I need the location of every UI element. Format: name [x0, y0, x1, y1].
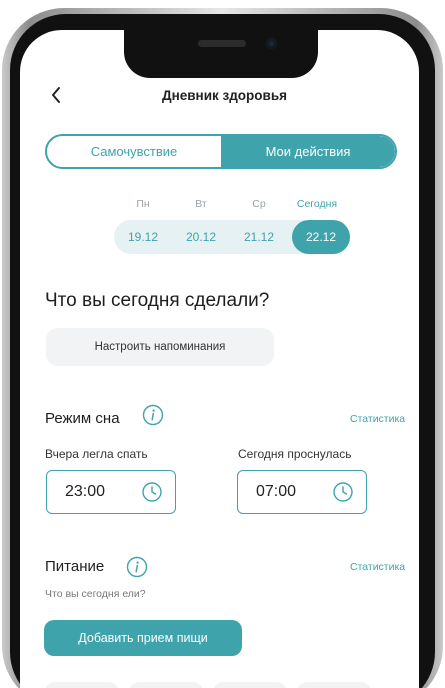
- meal-chip[interactable]: [44, 682, 120, 688]
- day-name-tue: Вт: [195, 198, 207, 210]
- front-camera: [266, 38, 277, 49]
- day-name-today: Сегодня: [296, 198, 338, 210]
- bedtime-field[interactable]: 23:00: [46, 470, 176, 514]
- bedtime-label: Вчера легла спать: [45, 447, 148, 461]
- wake-time-field[interactable]: 07:00: [237, 470, 367, 514]
- sleep-section-title: Режим сна: [45, 410, 120, 427]
- day-name-mon: Пн: [136, 198, 150, 210]
- speaker-grille: [198, 40, 246, 47]
- info-icon[interactable]: [126, 556, 148, 578]
- meal-chips-row: [44, 682, 372, 688]
- date-chip-today[interactable]: 22.12: [292, 220, 350, 254]
- tab-wellbeing[interactable]: Самочувствие: [47, 136, 221, 167]
- clock-icon: [332, 481, 354, 503]
- date-chip-mon[interactable]: 19.12: [114, 220, 172, 254]
- tab-my-actions[interactable]: Мои действия: [221, 136, 395, 167]
- day-name-wed: Ср: [252, 198, 266, 210]
- sleep-stats-link[interactable]: Статистика: [350, 413, 405, 425]
- add-meal-button[interactable]: Добавить прием пищи: [44, 620, 242, 656]
- app-screen: Дневник здоровья Самочувствие Мои действ…: [20, 30, 419, 688]
- page-title: Дневник здоровья: [161, 88, 288, 103]
- bedtime-value: 23:00: [65, 483, 106, 500]
- info-icon[interactable]: [142, 404, 164, 426]
- clock-icon: [141, 481, 163, 503]
- meal-chip[interactable]: [296, 682, 372, 688]
- set-reminders-button[interactable]: Настроить напоминания: [46, 328, 274, 366]
- section-heading: Что вы сегодня сделали?: [45, 290, 270, 311]
- date-chip-wed[interactable]: 21.12: [230, 220, 288, 254]
- wake-label: Сегодня проснулась: [238, 447, 352, 461]
- nutrition-stats-link[interactable]: Статистика: [350, 561, 405, 573]
- date-chip-tue[interactable]: 20.12: [172, 220, 230, 254]
- meal-chip[interactable]: [128, 682, 204, 688]
- wake-time-value: 07:00: [256, 483, 297, 500]
- phone-notch: [124, 30, 318, 78]
- nutrition-section-title: Питание: [45, 558, 105, 575]
- segmented-tabs: Самочувствие Мои действия: [45, 134, 397, 169]
- nutrition-subtitle: Что вы сегодня ели?: [45, 588, 146, 600]
- meal-chip[interactable]: [212, 682, 288, 688]
